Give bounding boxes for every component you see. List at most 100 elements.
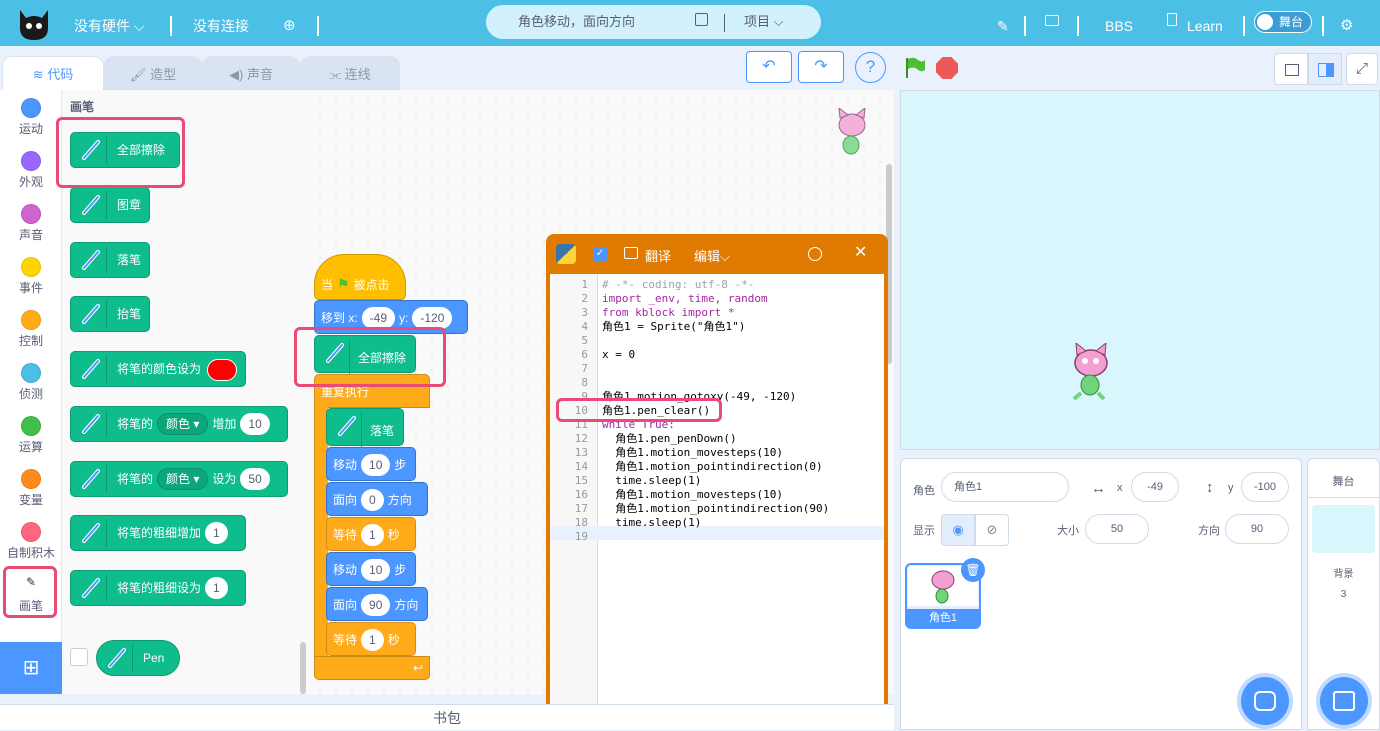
wait-block[interactable]: 等待 1 秒 [326, 622, 416, 656]
block-input[interactable]: 90 [361, 594, 391, 616]
palette-block[interactable]: 将笔的 颜色 ▾ 设为 50 [70, 461, 288, 497]
camera-icon[interactable] [1045, 15, 1059, 26]
show-visible-button[interactable]: ◉ [941, 514, 975, 546]
palette-scrollbar[interactable] [300, 642, 306, 694]
block-input[interactable]: -120 [412, 307, 453, 329]
backpack-bar[interactable]: 书包 [0, 704, 894, 730]
tab-wiring[interactable]: ⫘ 连线 [300, 56, 400, 92]
code-line[interactable]: time.sleep(1) [602, 516, 701, 530]
project-menu[interactable]: 项目 ⌵ [744, 5, 784, 39]
small-stage-button[interactable] [1274, 53, 1308, 85]
category-5[interactable]: 侦测 [0, 357, 62, 407]
cat-sprite-on-stage[interactable] [1066, 341, 1116, 401]
code-editor[interactable]: 1 # -*- coding: utf-8 -*- 2 import _env, ti… [550, 274, 884, 712]
sprite-name-input[interactable]: 角色1 [941, 472, 1069, 502]
move-steps-block[interactable]: 移动 10 步 [326, 447, 416, 481]
block-dropdown[interactable]: 颜色 ▾ [157, 468, 209, 490]
tab-code[interactable]: ≋ 代码 [2, 56, 104, 92]
sync-checkbox[interactable]: ✓ [593, 247, 607, 261]
edit-menu[interactable]: 编辑⌵ [694, 246, 730, 265]
category-8[interactable]: 自制积木 [0, 516, 62, 566]
code-line[interactable]: from kblock import * [602, 306, 734, 320]
undo-button[interactable]: ↶ [746, 51, 792, 83]
code-line[interactable]: 角色1.motion_movesteps(10) [602, 446, 783, 460]
x-input[interactable]: -49 [1131, 472, 1179, 502]
code-line[interactable]: 角色1 = Sprite("角色1") [602, 320, 745, 334]
reporter-checkbox[interactable] [70, 648, 88, 666]
learn-link[interactable]: Learn [1187, 0, 1223, 46]
pen-reporter-block[interactable]: Pen [96, 640, 180, 676]
pen-color-swatch[interactable] [207, 358, 238, 381]
code-line[interactable]: 角色1.motion_movesteps(10) [602, 488, 783, 502]
direction-input[interactable]: 90 [1225, 514, 1289, 544]
move-steps-block[interactable]: 移动 10 步 [326, 552, 416, 586]
palette-block[interactable]: 将笔的粗细设为 1 [70, 570, 246, 606]
bbs-link[interactable]: BBS [1105, 0, 1133, 46]
palette-block[interactable]: 图章 [70, 187, 150, 223]
category-6[interactable]: 运算 [0, 410, 62, 460]
fullscreen-button[interactable]: ⤢ [1346, 53, 1378, 85]
size-input[interactable]: 50 [1085, 514, 1149, 544]
block-input[interactable]: 10 [361, 559, 391, 581]
palette-block[interactable]: 抬笔 [70, 296, 150, 332]
code-line[interactable]: 角色1.pen_penDown() [602, 432, 736, 446]
help-button[interactable]: ? [855, 52, 886, 83]
code-line[interactable]: x = 0 [602, 348, 635, 362]
block-input[interactable]: 1 [205, 522, 228, 544]
category-3[interactable]: 事件 [0, 251, 62, 301]
point-in-direction-block[interactable]: 面向 0 方向 [326, 482, 428, 516]
save-icon[interactable] [695, 13, 708, 26]
palette-block[interactable]: 将笔的 颜色 ▾ 增加 10 [70, 406, 288, 442]
project-title[interactable]: 角色移动，面向方向 [518, 5, 635, 39]
category-4[interactable]: 控制 [0, 304, 62, 354]
green-flag-icon[interactable] [904, 56, 926, 80]
category-7[interactable]: 变量 [0, 463, 62, 513]
block-input[interactable]: 1 [361, 524, 384, 546]
delete-sprite-icon[interactable]: 🗑 [961, 558, 985, 582]
pencil-icon[interactable]: ✎ [997, 0, 1009, 46]
code-line[interactable]: import _env, time, random [602, 292, 768, 306]
block-input[interactable]: 0 [361, 489, 384, 511]
run-icon[interactable] [808, 247, 822, 261]
hardware-menu[interactable]: 没有硬件 ⌵ [74, 0, 145, 46]
extension-button[interactable]: ⊞ [0, 642, 62, 694]
stage-thumbnail[interactable] [1312, 505, 1375, 553]
palette-block[interactable]: 落笔 [70, 242, 150, 278]
block-input[interactable]: -49 [361, 307, 396, 329]
redo-button[interactable]: ↷ [798, 51, 844, 83]
close-icon[interactable]: ✕ [854, 242, 867, 262]
when-flag-clicked-block[interactable]: 当 ⚑ 被点击 [314, 254, 406, 300]
project-title-field[interactable]: 角色移动，面向方向 项目 ⌵ [486, 5, 821, 39]
connection-menu[interactable]: 没有连接 [193, 0, 249, 46]
kittenblock-logo[interactable] [16, 4, 52, 42]
block-dropdown[interactable]: 颜色 ▾ [157, 413, 209, 435]
palette-block[interactable]: 将笔的颜色设为 [70, 351, 246, 387]
point-in-direction-block[interactable]: 面向 90 方向 [326, 587, 428, 621]
y-input[interactable]: -100 [1241, 472, 1289, 502]
translate-button[interactable]: 翻译 [645, 246, 671, 265]
block-input[interactable]: 10 [240, 413, 270, 435]
large-stage-button[interactable] [1308, 53, 1342, 85]
stop-icon[interactable] [936, 57, 958, 79]
terminal-icon[interactable] [624, 247, 638, 259]
stage[interactable] [900, 90, 1380, 450]
block-input[interactable]: 1 [205, 577, 228, 599]
stage-toggle[interactable]: 舞台 [1254, 11, 1312, 33]
block-input[interactable]: 10 [361, 454, 391, 476]
tab-sounds[interactable]: ◀) 声音 [202, 56, 300, 92]
category-1[interactable]: 外观 [0, 145, 62, 195]
code-line[interactable]: # -*- coding: utf-8 -*- [602, 278, 754, 292]
globe-icon[interactable]: ⊕ [283, 0, 296, 46]
block-input[interactable]: 50 [240, 468, 270, 490]
code-line[interactable]: 角色1.motion_pointindirection(0) [602, 460, 822, 474]
show-hidden-button[interactable]: ⊘ [975, 514, 1009, 546]
add-backdrop-button[interactable] [1320, 677, 1368, 725]
block-input[interactable]: 1 [361, 629, 384, 651]
stage-target-panel[interactable]: 舞台 背景 3 [1307, 458, 1380, 730]
pen-down-block[interactable]: 落笔 [326, 408, 404, 451]
category-2[interactable]: 声音 [0, 198, 62, 248]
code-line[interactable]: 角色1.motion_pointindirection(90) [602, 502, 829, 516]
add-sprite-button[interactable] [1241, 677, 1289, 725]
wait-block[interactable]: 等待 1 秒 [326, 517, 416, 551]
palette-block[interactable]: 将笔的粗细增加 1 [70, 515, 246, 551]
